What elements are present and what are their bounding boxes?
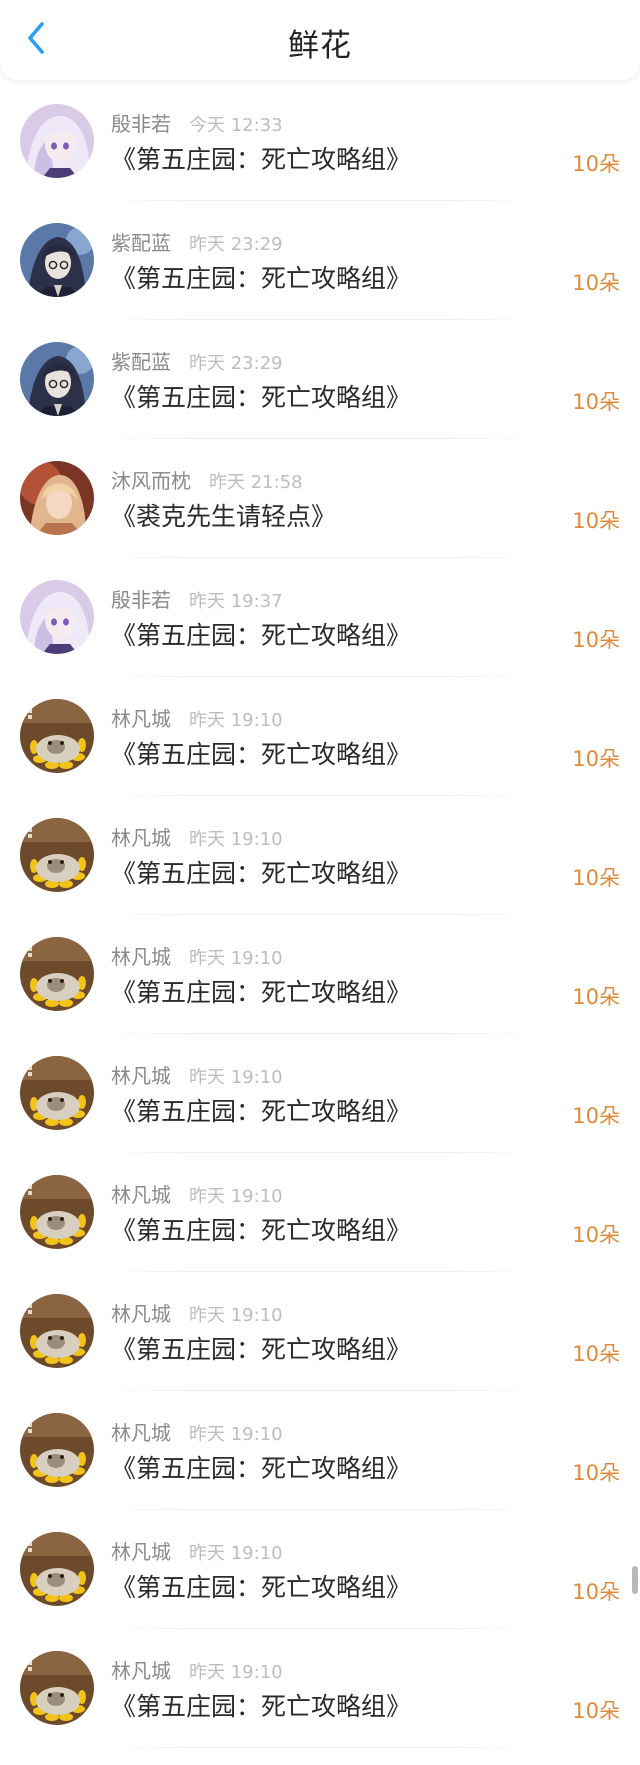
avatar[interactable] xyxy=(20,818,94,892)
avatar[interactable] xyxy=(20,1413,94,1487)
book-title: 《第五庄园：死亡攻略组》 xyxy=(111,1097,412,1126)
book-title: 《第五庄园：死亡攻略组》 xyxy=(111,1454,412,1483)
list-item[interactable]: 林凡城 昨天 19:10 《第五庄园：死亡攻略组》 10朵 xyxy=(0,1272,640,1391)
user-name: 殷非若 xyxy=(111,112,171,136)
divider xyxy=(105,1747,535,1748)
list-item[interactable]: 林凡城 昨天 19:10 《第五庄园：死亡攻略组》 10朵 xyxy=(0,1510,640,1629)
user-name: 林凡城 xyxy=(111,707,171,731)
user-name: 紫配蓝 xyxy=(111,350,171,374)
avatar[interactable] xyxy=(20,1651,94,1725)
timestamp: 昨天 19:37 xyxy=(189,591,283,612)
user-name: 林凡城 xyxy=(111,1302,171,1326)
timestamp: 昨天 19:10 xyxy=(189,1067,283,1088)
flower-count: 10朵 xyxy=(572,1699,620,1723)
book-title: 《第五庄园：死亡攻略组》 xyxy=(111,145,412,174)
flower-count: 10朵 xyxy=(572,152,620,176)
list-item[interactable]: 林凡城 昨天 19:10 《第五庄园：死亡攻略组》 10朵 xyxy=(0,1034,640,1153)
page-title: 鲜花 xyxy=(288,28,352,64)
book-title: 《第五庄园：死亡攻略组》 xyxy=(111,383,412,412)
book-title: 《第五庄园：死亡攻略组》 xyxy=(111,1573,412,1602)
book-title: 《第五庄园：死亡攻略组》 xyxy=(111,264,412,293)
book-title: 《第五庄园：死亡攻略组》 xyxy=(111,859,412,888)
list-item[interactable]: 林凡城 昨天 19:10 《第五庄园：死亡攻略组》 10朵 xyxy=(0,1391,640,1510)
timestamp: 昨天 19:10 xyxy=(189,1186,283,1207)
book-title: 《第五庄园：死亡攻略组》 xyxy=(111,1692,412,1721)
avatar[interactable] xyxy=(20,1532,94,1606)
top-bar: 鲜花 xyxy=(0,0,640,80)
book-title: 《第五庄园：死亡攻略组》 xyxy=(111,621,412,650)
flower-count: 10朵 xyxy=(572,866,620,890)
timestamp: 今天 12:33 xyxy=(189,115,283,136)
user-name: 林凡城 xyxy=(111,945,171,969)
list-item[interactable]: 沐风而枕 昨天 21:58 《裘克先生请轻点》 10朵 xyxy=(0,439,640,558)
user-name: 林凡城 xyxy=(111,1064,171,1088)
book-title: 《第五庄园：死亡攻略组》 xyxy=(111,1335,412,1364)
avatar[interactable] xyxy=(20,1294,94,1368)
timestamp: 昨天 23:29 xyxy=(189,353,283,374)
flower-count: 10朵 xyxy=(572,271,620,295)
avatar[interactable] xyxy=(20,699,94,773)
avatar[interactable] xyxy=(20,342,94,416)
flower-count: 10朵 xyxy=(572,390,620,414)
list-item[interactable]: 林凡城 昨天 19:10 《第五庄园：死亡攻略组》 10朵 xyxy=(0,677,640,796)
timestamp: 昨天 19:10 xyxy=(189,1543,283,1564)
user-name: 林凡城 xyxy=(111,1659,171,1683)
flower-count: 10朵 xyxy=(572,1580,620,1604)
flower-count: 10朵 xyxy=(572,747,620,771)
list-item[interactable]: 紫配蓝 昨天 23:29 《第五庄园：死亡攻略组》 10朵 xyxy=(0,320,640,439)
user-name: 紫配蓝 xyxy=(111,231,171,255)
scrollbar-thumb[interactable] xyxy=(632,1566,638,1594)
list-item[interactable]: 殷非若 昨天 19:37 《第五庄园：死亡攻略组》 10朵 xyxy=(0,558,640,677)
book-title: 《第五庄园：死亡攻略组》 xyxy=(111,1216,412,1245)
avatar[interactable] xyxy=(20,580,94,654)
user-name: 林凡城 xyxy=(111,1421,171,1445)
list-item[interactable]: 殷非若 今天 12:33 《第五庄园：死亡攻略组》 10朵 xyxy=(0,82,640,201)
flower-count: 10朵 xyxy=(572,509,620,533)
flower-count: 10朵 xyxy=(572,1342,620,1366)
flower-count: 10朵 xyxy=(572,628,620,652)
list-item[interactable]: 林凡城 昨天 19:10 《第五庄园：死亡攻略组》 10朵 xyxy=(0,1629,640,1748)
user-name: 殷非若 xyxy=(111,588,171,612)
avatar[interactable] xyxy=(20,1056,94,1130)
book-title: 《第五庄园：死亡攻略组》 xyxy=(111,978,412,1007)
timestamp: 昨天 21:58 xyxy=(209,472,303,493)
user-name: 林凡城 xyxy=(111,1540,171,1564)
avatar[interactable] xyxy=(20,104,94,178)
list-item[interactable]: 林凡城 昨天 19:10 《第五庄园：死亡攻略组》 10朵 xyxy=(0,796,640,915)
timestamp: 昨天 19:10 xyxy=(189,710,283,731)
flower-count: 10朵 xyxy=(572,1461,620,1485)
user-name: 林凡城 xyxy=(111,826,171,850)
timestamp: 昨天 19:10 xyxy=(189,1305,283,1326)
user-name: 沐风而枕 xyxy=(111,469,191,493)
book-title: 《裘克先生请轻点》 xyxy=(111,502,337,531)
list-item[interactable]: 紫配蓝 昨天 23:29 《第五庄园：死亡攻略组》 10朵 xyxy=(0,201,640,320)
avatar[interactable] xyxy=(20,461,94,535)
timestamp: 昨天 23:29 xyxy=(189,234,283,255)
avatar[interactable] xyxy=(20,937,94,1011)
list-item[interactable]: 林凡城 昨天 19:10 《第五庄园：死亡攻略组》 10朵 xyxy=(0,1153,640,1272)
flower-count: 10朵 xyxy=(572,985,620,1009)
list-item[interactable]: 林凡城 昨天 19:10 《第五庄园：死亡攻略组》 10朵 xyxy=(0,915,640,1034)
timestamp: 昨天 19:10 xyxy=(189,829,283,850)
flower-count: 10朵 xyxy=(572,1104,620,1128)
avatar[interactable] xyxy=(20,223,94,297)
timestamp: 昨天 19:10 xyxy=(189,1662,283,1683)
flower-count: 10朵 xyxy=(572,1223,620,1247)
flowers-page: 鲜花 殷非若 今天 12:33 《第五庄园：死亡攻略组》 10朵 紫配蓝 昨天 23… xyxy=(0,0,640,1765)
flower-record-list: 殷非若 今天 12:33 《第五庄园：死亡攻略组》 10朵 紫配蓝 昨天 23:29… xyxy=(0,82,640,1748)
user-name: 林凡城 xyxy=(111,1183,171,1207)
timestamp: 昨天 19:10 xyxy=(189,948,283,969)
timestamp: 昨天 19:10 xyxy=(189,1424,283,1445)
book-title: 《第五庄园：死亡攻略组》 xyxy=(111,740,412,769)
avatar[interactable] xyxy=(20,1175,94,1249)
